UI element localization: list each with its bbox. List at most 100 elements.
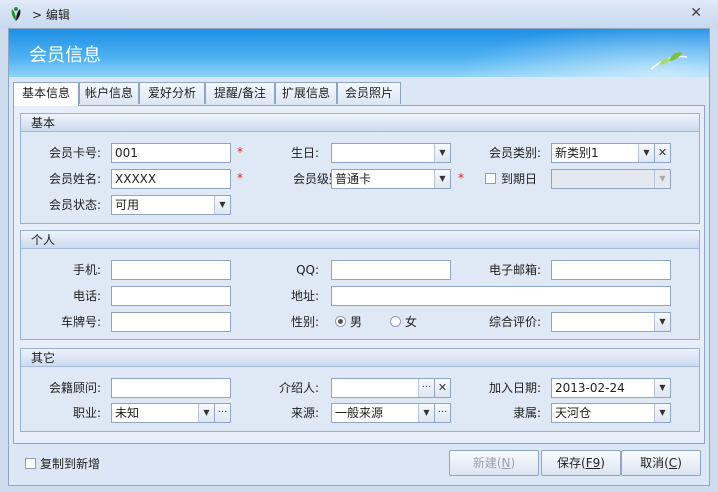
- save-button[interactable]: 保存(F9): [541, 450, 621, 476]
- cancel-button-label: 取消(: [640, 456, 669, 470]
- phone-label: 电话:: [72, 289, 101, 303]
- chevron-down-icon[interactable]: ▼: [638, 144, 654, 162]
- mobile-label: 手机:: [72, 263, 101, 277]
- cancel-button[interactable]: 取消(C): [621, 450, 701, 476]
- referrer-input[interactable]: ···: [331, 378, 435, 398]
- group-other-title: 其它: [21, 349, 699, 367]
- new-button-tail: ): [510, 456, 516, 470]
- gender-female-label: 女: [405, 315, 418, 329]
- ellipsis-icon[interactable]: ···: [214, 403, 231, 423]
- gender-male-label: 男: [350, 315, 363, 329]
- member-category-select[interactable]: 新类别1 ▼: [551, 143, 655, 163]
- member-status-label: 会员状态:: [48, 198, 101, 212]
- mobile-input[interactable]: [111, 260, 231, 280]
- plate-input[interactable]: [111, 312, 231, 332]
- email-label: 电子邮箱:: [488, 263, 541, 277]
- birthday-label: 生日:: [290, 146, 319, 160]
- cancel-button-tail: ): [677, 456, 682, 470]
- chevron-down-icon[interactable]: ▼: [654, 379, 670, 397]
- chevron-down-icon[interactable]: ▼: [434, 144, 450, 162]
- member-status-value: 可用: [115, 198, 140, 212]
- gender-male-radio[interactable]: [335, 316, 346, 327]
- source-label: 来源:: [290, 406, 319, 420]
- page-title: 会员信息: [29, 45, 101, 66]
- gender-female-radio[interactable]: [390, 316, 401, 327]
- chevron-down-icon[interactable]: ▼: [198, 404, 214, 422]
- member-level-value: 普通卡: [335, 172, 372, 186]
- belong-label: 隶属:: [512, 406, 541, 420]
- leaf-decoration-icon: [650, 52, 688, 70]
- tab-panel-basic: 基本 会员卡号: 001 * 生日: ▼ 会员类别: 新类别1 ▼ ✕ 会员姓名…: [13, 105, 705, 444]
- expiry-date-picker: ▼: [551, 169, 671, 189]
- expiry-checkbox[interactable]: [485, 173, 496, 184]
- advisor-input[interactable]: [111, 378, 231, 398]
- tab-basic-info[interactable]: 基本信息: [13, 82, 79, 106]
- required-marker: *: [458, 171, 464, 185]
- group-other: 其它 会籍顾问: 介绍人: ··· ✕ 加入日期: 2013-02-24 ▼ 职…: [20, 348, 700, 432]
- copy-to-new-checkbox[interactable]: [25, 458, 36, 469]
- clear-icon[interactable]: ✕: [654, 143, 671, 163]
- tab-account-info[interactable]: 帐户信息: [79, 82, 139, 104]
- referrer-label: 介绍人:: [278, 381, 319, 395]
- phone-input[interactable]: [111, 286, 231, 306]
- member-name-label: 会员姓名:: [48, 172, 101, 186]
- rating-label: 综合评价:: [488, 315, 541, 329]
- member-level-select[interactable]: 普通卡 ▼: [331, 169, 451, 189]
- expiry-label: 到期日: [501, 172, 538, 186]
- new-button-label: 新建(: [472, 456, 502, 470]
- member-card-label: 会员卡号:: [48, 146, 101, 160]
- tab-hobby-analysis[interactable]: 爱好分析: [139, 82, 205, 104]
- clear-icon[interactable]: ✕: [434, 378, 451, 398]
- window-title: > 编辑: [32, 8, 70, 22]
- advisor-label: 会籍顾问:: [48, 381, 101, 395]
- belong-select[interactable]: 天河仓 ▼: [551, 403, 671, 423]
- new-button: 新建(N): [449, 450, 539, 476]
- group-basic: 基本 会员卡号: 001 * 生日: ▼ 会员类别: 新类别1 ▼ ✕ 会员姓名…: [20, 113, 700, 224]
- source-value: 一般来源: [335, 406, 384, 420]
- job-value: 未知: [115, 406, 140, 420]
- email-input[interactable]: [551, 260, 671, 280]
- app-logo-icon: [11, 7, 21, 21]
- plate-label: 车牌号:: [60, 315, 101, 329]
- address-input[interactable]: [331, 286, 671, 306]
- gender-label: 性别:: [290, 315, 319, 329]
- member-status-select[interactable]: 可用 ▼: [111, 195, 231, 215]
- member-category-value: 新类别1: [555, 146, 599, 160]
- ellipsis-icon[interactable]: ···: [418, 379, 434, 397]
- ellipsis-icon[interactable]: ···: [434, 403, 451, 423]
- member-category-label: 会员类别:: [488, 146, 541, 160]
- copy-to-new-label: 复制到新增: [40, 457, 101, 471]
- qq-label: QQ:: [296, 263, 319, 277]
- qq-input[interactable]: [331, 260, 451, 280]
- rating-select[interactable]: ▼: [551, 312, 671, 332]
- chevron-down-icon[interactable]: ▼: [434, 170, 450, 188]
- required-marker: *: [237, 171, 243, 185]
- group-basic-title: 基本: [21, 114, 699, 132]
- chevron-down-icon[interactable]: ▼: [654, 313, 670, 331]
- save-button-hotkey: F9: [585, 456, 601, 470]
- source-select[interactable]: 一般来源 ▼: [331, 403, 435, 423]
- join-date-value: 2013-02-24: [555, 381, 625, 395]
- chevron-down-icon[interactable]: ▼: [654, 404, 670, 422]
- chevron-down-icon[interactable]: ▼: [214, 196, 230, 214]
- group-personal-title: 个人: [21, 231, 699, 249]
- dialog-body: 会员信息 基本信息 帐户信息 爱好分析 提醒/备注 扩展信息 会员照片 基本 会…: [8, 28, 710, 486]
- tab-extended-info[interactable]: 扩展信息: [275, 82, 337, 104]
- group-personal: 个人 手机: QQ: 电子邮箱: 电话: 地址: 车牌号: 性别: 男 女 综合…: [20, 230, 700, 340]
- tab-reminder-notes[interactable]: 提醒/备注: [205, 82, 275, 104]
- save-button-tail: ): [600, 456, 605, 470]
- birthday-picker[interactable]: ▼: [331, 143, 451, 163]
- tab-member-photo[interactable]: 会员照片: [337, 82, 401, 104]
- header-banner: 会员信息: [9, 29, 709, 77]
- close-icon[interactable]: ✕: [690, 5, 702, 21]
- job-label: 职业:: [72, 406, 101, 420]
- join-date-label: 加入日期:: [488, 381, 541, 395]
- address-label: 地址:: [290, 289, 319, 303]
- member-name-input[interactable]: XXXXX: [111, 169, 231, 189]
- chevron-down-icon[interactable]: ▼: [418, 404, 434, 422]
- save-button-label: 保存(: [557, 456, 586, 470]
- belong-value: 天河仓: [555, 406, 592, 420]
- member-card-input[interactable]: 001: [111, 143, 231, 163]
- job-select[interactable]: 未知 ▼: [111, 403, 215, 423]
- join-date-picker[interactable]: 2013-02-24 ▼: [551, 378, 671, 398]
